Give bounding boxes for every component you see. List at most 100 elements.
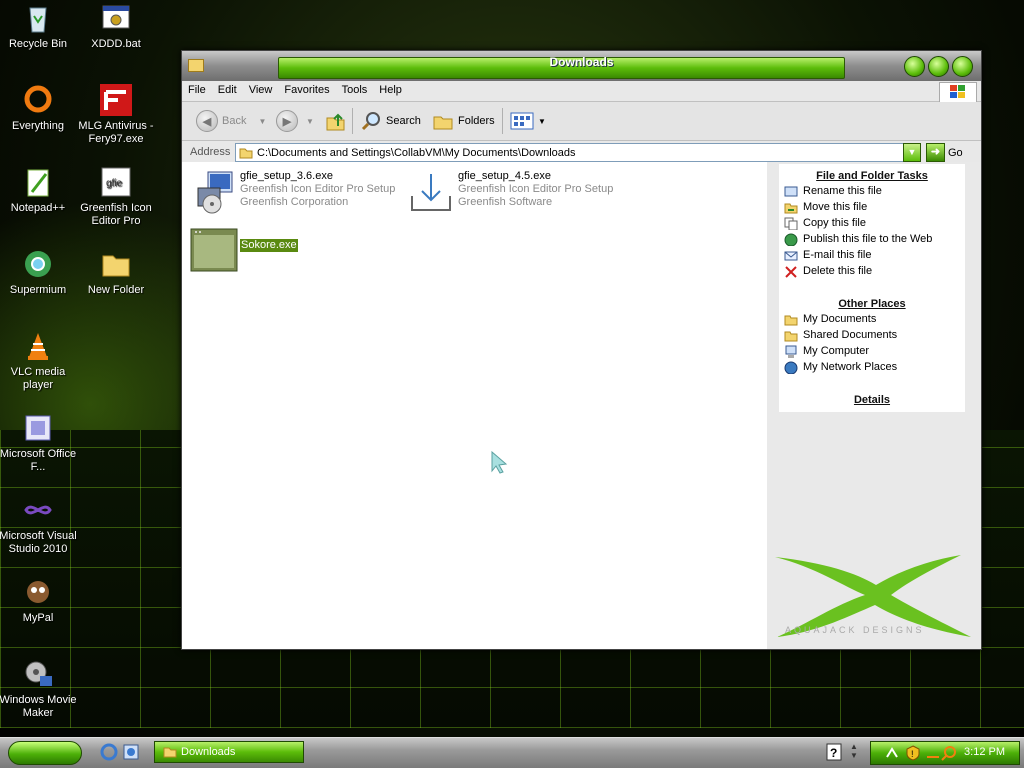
file-item[interactable]: gfie_setup_4.5.exe Greenfish Icon Editor…: [408, 170, 613, 214]
address-input[interactable]: C:\Documents and Settings\CollabVM\My Do…: [235, 143, 921, 162]
svg-text:!: !: [911, 749, 914, 759]
task-move[interactable]: Move this file: [784, 200, 965, 214]
quicklaunch-icon[interactable]: [122, 743, 140, 761]
task-rename[interactable]: Rename this file: [784, 184, 965, 198]
everything-icon: [22, 84, 54, 116]
svg-text:?: ?: [830, 746, 837, 760]
office-icon: [22, 412, 54, 444]
desktop-icon-xddd-bat[interactable]: XDDD.bat: [76, 2, 156, 51]
minimize-button[interactable]: [904, 56, 925, 77]
place-my-computer[interactable]: My Computer: [784, 344, 965, 358]
file-description: Greenfish Icon Editor Pro Setup: [240, 183, 396, 195]
menu-view[interactable]: View: [243, 81, 279, 96]
tasks-panel: File and Folder Tasks Rename this file M…: [779, 164, 965, 412]
folders-label: Folders: [458, 115, 495, 127]
back-button[interactable]: ◀ Back ▼: [196, 110, 266, 132]
menu-file[interactable]: File: [182, 81, 212, 96]
icon-label: MyPal: [22, 612, 54, 624]
security-shield-icon[interactable]: !: [905, 745, 921, 761]
start-button[interactable]: [8, 741, 82, 765]
menu-help[interactable]: Help: [373, 81, 408, 96]
maximize-button[interactable]: [928, 56, 949, 77]
search-tray-icon[interactable]: [941, 745, 957, 761]
visual-studio-icon: [22, 494, 54, 526]
internet-explorer-icon[interactable]: [100, 743, 118, 761]
views-button[interactable]: ▼: [510, 110, 546, 132]
folders-button[interactable]: Folders: [432, 110, 495, 132]
computer-icon: [785, 345, 797, 358]
taskbar-item-label: Downloads: [181, 746, 236, 758]
close-button[interactable]: [952, 56, 973, 77]
title-bar[interactable]: Downloads: [182, 51, 981, 81]
delete-icon: [785, 265, 797, 278]
menu-tools[interactable]: Tools: [336, 81, 374, 96]
file-company: Greenfish Corporation: [240, 196, 349, 208]
exe-window-icon: [190, 228, 238, 272]
desktop-icon-greenfish[interactable]: gfie Greenfish Icon Editor Pro: [76, 166, 156, 228]
desktop-icon-supermium[interactable]: Supermium: [0, 248, 78, 297]
tasks-panel-title[interactable]: File and Folder Tasks: [779, 164, 965, 182]
desktop-icon-notepad-plus-plus[interactable]: Notepad++: [0, 166, 78, 215]
address-path: C:\Documents and Settings\CollabVM\My Do…: [257, 146, 576, 159]
icon-label: MLG Antivirus - Fery97.exe: [78, 120, 154, 145]
chevron-down-icon: ▼: [538, 116, 546, 126]
details-panel-title[interactable]: Details: [779, 388, 965, 406]
clock[interactable]: 3:12 PM: [964, 746, 1005, 758]
tray-expand-icon[interactable]: ▲ ▼: [850, 742, 858, 760]
network-tray-icon[interactable]: [885, 745, 901, 761]
taskbar-item-downloads[interactable]: Downloads: [154, 741, 304, 763]
help-icon[interactable]: ?: [826, 743, 842, 761]
task-label: Copy this file: [803, 217, 866, 229]
menu-bar: File Edit View Favorites Tools Help: [182, 81, 981, 106]
search-icon: [361, 112, 380, 131]
installer-icon: [190, 170, 236, 214]
task-email[interactable]: E-mail this file: [784, 248, 965, 262]
icon-label: Greenfish Icon Editor Pro: [80, 202, 152, 227]
task-label: Publish this file to the Web: [803, 233, 933, 245]
menu-edit[interactable]: Edit: [212, 81, 243, 96]
place-network[interactable]: My Network Places: [784, 360, 965, 374]
tray-app-icon[interactable]: [925, 745, 941, 761]
place-my-documents[interactable]: My Documents: [784, 312, 965, 326]
desktop-icon-mypal[interactable]: MyPal: [0, 576, 78, 625]
place-shared-documents[interactable]: Shared Documents: [784, 328, 965, 342]
go-button[interactable]: ➜ Go: [926, 143, 963, 162]
back-label: Back: [222, 115, 247, 127]
task-delete[interactable]: Delete this file: [784, 264, 965, 278]
svg-text:gfie: gfie: [106, 178, 123, 189]
icon-label: VLC media player: [10, 366, 66, 391]
place-label: Shared Documents: [803, 329, 898, 341]
folder-icon: [100, 248, 132, 280]
folder-icon: [784, 331, 798, 341]
search-button[interactable]: Search: [360, 110, 421, 132]
desktop-icon-microsoft-office[interactable]: Microsoft Office F...: [0, 412, 78, 474]
icon-label: XDDD.bat: [91, 38, 141, 50]
chevron-down-icon: ▼: [258, 116, 267, 126]
desktop-icon-movie-maker[interactable]: Windows Movie Maker: [0, 658, 78, 720]
task-label: E-mail this file: [803, 249, 872, 261]
desktop-icon-new-folder[interactable]: New Folder: [76, 248, 156, 297]
vlc-cone-icon: [22, 330, 54, 362]
place-label: My Documents: [803, 313, 877, 325]
task-copy[interactable]: Copy this file: [784, 216, 965, 230]
forward-button[interactable]: ▶ ▼: [276, 110, 314, 132]
places-panel-title[interactable]: Other Places: [779, 292, 965, 310]
menu-favorites[interactable]: Favorites: [278, 81, 335, 96]
icon-label: Supermium: [9, 284, 67, 296]
address-label: Address: [190, 146, 231, 158]
file-name: Sokore.exe: [240, 239, 298, 252]
file-item[interactable]: gfie_setup_3.6.exe Greenfish Icon Editor…: [190, 170, 395, 214]
mouse-cursor-icon: [491, 450, 508, 474]
toolbar-separator: [352, 108, 353, 134]
task-publish[interactable]: Publish this file to the Web: [784, 232, 965, 246]
desktop-icon-mlg-antivirus[interactable]: MLG Antivirus - Fery97.exe: [76, 84, 156, 146]
desktop-icon-recycle-bin[interactable]: Recycle Bin: [0, 2, 78, 51]
file-item-selected[interactable]: Sokore.exe: [190, 228, 298, 272]
up-folder-button[interactable]: [324, 110, 346, 132]
address-dropdown-button[interactable]: ▼: [903, 143, 921, 162]
desktop-icon-visual-studio[interactable]: Microsoft Visual Studio 2010: [0, 494, 78, 556]
desktop-icon-vlc[interactable]: VLC media player: [0, 330, 78, 392]
move-icon: [784, 203, 798, 213]
forward-arrow-icon: ▶: [276, 110, 298, 132]
desktop-icon-everything[interactable]: Everything: [0, 84, 78, 133]
